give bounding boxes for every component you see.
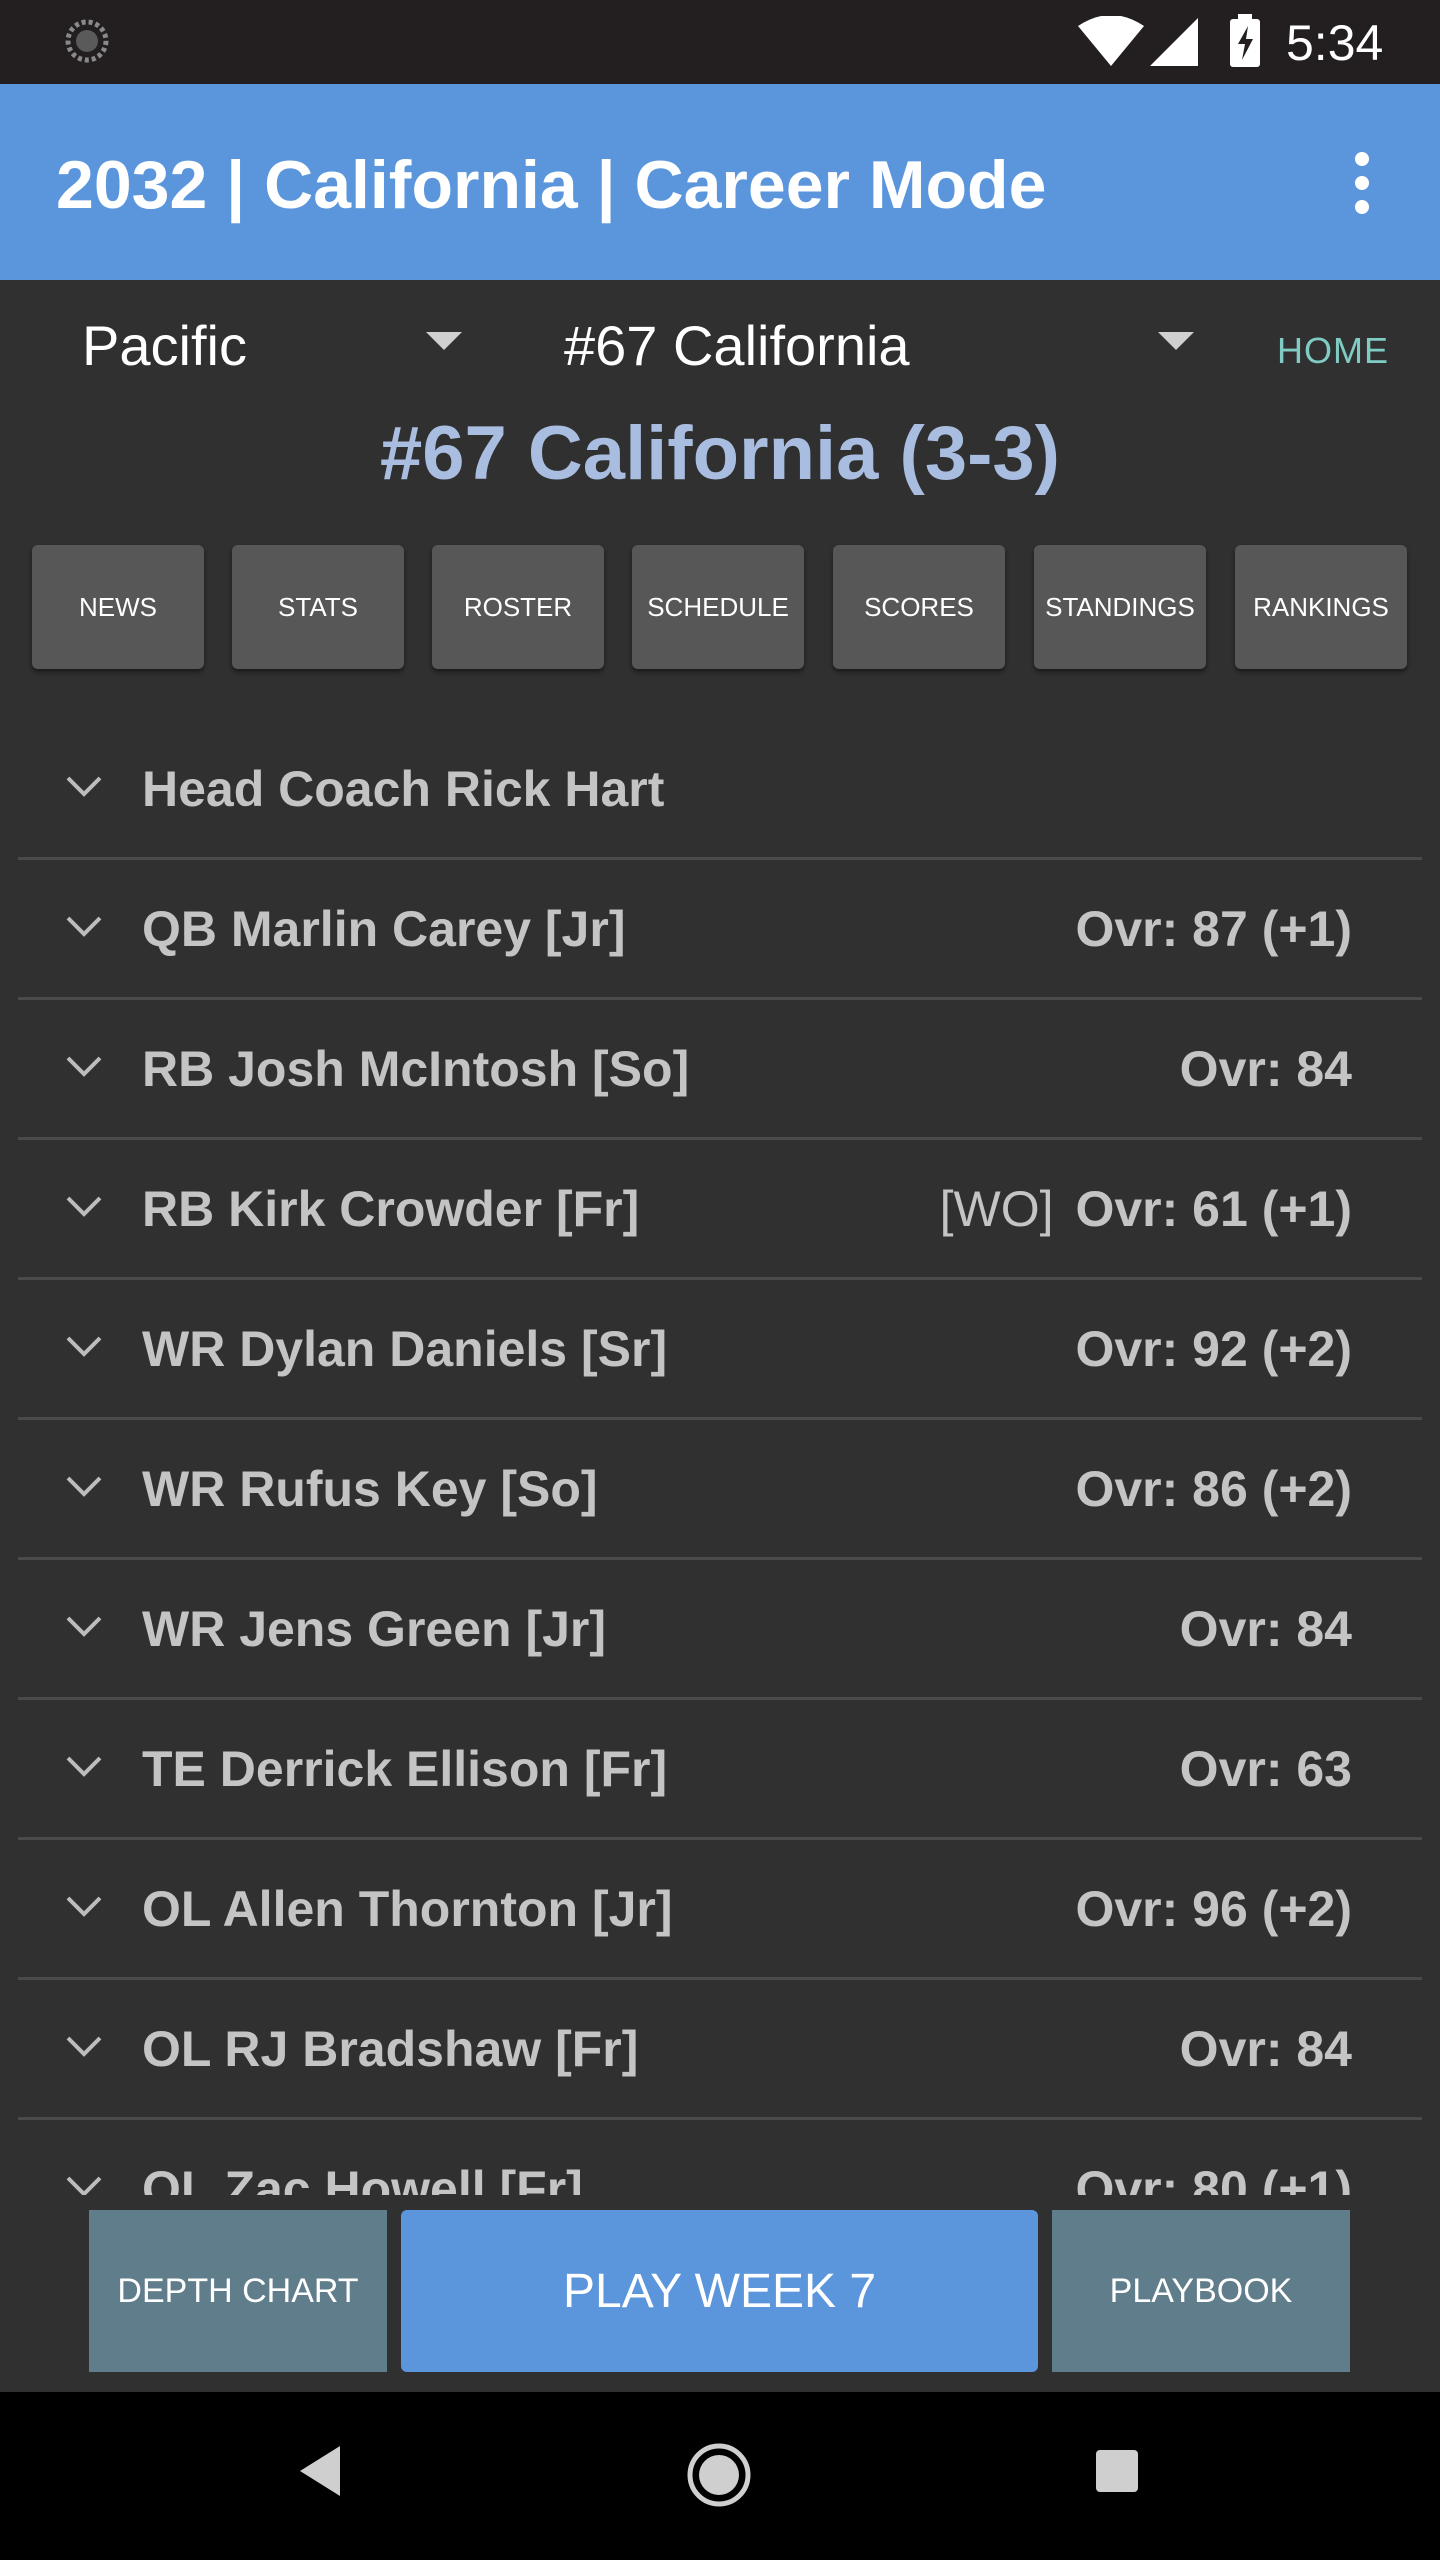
- player-rating: Ovr: 87 (+1): [1053, 900, 1352, 958]
- list-item[interactable]: OL Zac Howell [Fr] Ovr: 80 (+1): [18, 2120, 1422, 2195]
- player-name: WR Dylan Daniels [Sr]: [142, 1321, 668, 1377]
- tab-standings[interactable]: STANDINGS: [1034, 545, 1206, 669]
- status-bar: 5:34: [0, 0, 1440, 84]
- player-ovr: Ovr: 86 (+2): [1075, 1461, 1352, 1517]
- playbook-button[interactable]: PLAYBOOK: [1052, 2210, 1350, 2372]
- player-ovr: Ovr: 61 (+1): [1075, 1181, 1352, 1237]
- player-ovr: Ovr: 84: [1179, 1601, 1352, 1657]
- list-item[interactable]: OL RJ Bradshaw [Fr] Ovr: 84: [18, 1980, 1422, 2120]
- team-header: #67 California (3-3): [380, 411, 1060, 496]
- player-rating: [1330, 760, 1352, 818]
- tab-rankings[interactable]: RANKINGS: [1235, 545, 1407, 669]
- dropdown-arrow-icon: [1158, 332, 1194, 350]
- app-bar: 2032 | California | Career Mode: [0, 84, 1440, 280]
- chevron-down-icon: [66, 1616, 102, 1637]
- signal-icon: [1150, 18, 1198, 66]
- list-item[interactable]: TE Derrick Ellison [Fr] Ovr: 63: [18, 1700, 1422, 1840]
- player-rating: Ovr: 63: [1158, 1740, 1352, 1798]
- more-vert-icon[interactable]: [1346, 152, 1378, 216]
- back-icon[interactable]: [296, 2442, 346, 2500]
- battery-charging-icon: [1230, 14, 1260, 67]
- tab-roster[interactable]: ROSTER: [432, 545, 604, 669]
- tab-stats[interactable]: STATS: [232, 545, 404, 669]
- dropdown-arrow-icon: [426, 332, 462, 350]
- tab-bar: NEWS STATS ROSTER SCHEDULE SCORES STANDI…: [32, 545, 1408, 671]
- player-name: OL Zac Howell [Fr]: [142, 2161, 583, 2195]
- list-item[interactable]: Head Coach Rick Hart: [18, 720, 1422, 860]
- spinner-icon: [65, 19, 109, 63]
- tab-schedule[interactable]: SCHEDULE: [632, 545, 804, 669]
- chevron-down-icon: [66, 1196, 102, 1217]
- player-name: OL Allen Thornton [Jr]: [142, 1881, 673, 1937]
- player-tag: [WO]: [939, 1181, 1054, 1237]
- conference-dropdown[interactable]: Pacific: [82, 300, 462, 390]
- home-button[interactable]: HOME: [1277, 330, 1389, 372]
- player-ovr: Ovr: 80 (+1): [1075, 2161, 1352, 2195]
- list-item[interactable]: WR Rufus Key [So] Ovr: 86 (+2): [18, 1420, 1422, 1560]
- player-rating: [WO] Ovr: 61 (+1): [940, 1180, 1352, 1238]
- list-item[interactable]: RB Josh McIntosh [So] Ovr: 84: [18, 1000, 1422, 1140]
- home-icon[interactable]: [686, 2442, 752, 2508]
- player-ovr: Ovr: 96 (+2): [1075, 1881, 1352, 1937]
- team-dropdown[interactable]: #67 California: [564, 300, 1194, 390]
- list-item[interactable]: WR Dylan Daniels [Sr] Ovr: 92 (+2): [18, 1280, 1422, 1420]
- player-name: QB Marlin Carey [Jr]: [142, 901, 626, 957]
- list-item[interactable]: QB Marlin Carey [Jr] Ovr: 87 (+1): [18, 860, 1422, 1000]
- wifi-icon: [1078, 16, 1144, 66]
- list-item[interactable]: OL Allen Thornton [Jr] Ovr: 96 (+2): [18, 1840, 1422, 1980]
- chevron-down-icon: [66, 1756, 102, 1777]
- player-rating: Ovr: 84: [1158, 1600, 1352, 1658]
- recents-icon[interactable]: [1096, 2450, 1138, 2492]
- tab-news[interactable]: NEWS: [32, 545, 204, 669]
- chevron-down-icon: [66, 776, 102, 797]
- player-rating: Ovr: 86 (+2): [1053, 1460, 1352, 1518]
- tab-scores[interactable]: SCORES: [833, 545, 1005, 669]
- player-name: WR Jens Green [Jr]: [142, 1601, 607, 1657]
- player-ovr: Ovr: 87 (+1): [1075, 901, 1352, 957]
- player-ovr: Ovr: 84: [1179, 2021, 1352, 2077]
- list-item[interactable]: WR Jens Green [Jr] Ovr: 84: [18, 1560, 1422, 1700]
- player-rating: Ovr: 84: [1158, 1040, 1352, 1098]
- status-time: 5:34: [1286, 15, 1384, 71]
- app-title: 2032 | California | Career Mode: [56, 147, 1047, 223]
- chevron-down-icon: [66, 2176, 102, 2195]
- player-name: RB Kirk Crowder [Fr]: [142, 1181, 640, 1237]
- player-name: TE Derrick Ellison [Fr]: [142, 1741, 668, 1797]
- player-rating: Ovr: 80 (+1): [1053, 2160, 1352, 2195]
- player-name: WR Rufus Key [So]: [142, 1461, 598, 1517]
- player-rating: Ovr: 96 (+2): [1053, 1880, 1352, 1938]
- player-ovr: Ovr: 92 (+2): [1075, 1321, 1352, 1377]
- play-week-button[interactable]: PLAY WEEK 7: [401, 2210, 1038, 2372]
- chevron-down-icon: [66, 1336, 102, 1357]
- player-name: RB Josh McIntosh [So]: [142, 1041, 690, 1097]
- chevron-down-icon: [66, 1056, 102, 1077]
- player-name: Head Coach Rick Hart: [142, 761, 665, 817]
- list-item[interactable]: RB Kirk Crowder [Fr] [WO] Ovr: 61 (+1): [18, 1140, 1422, 1280]
- team-dropdown-value: #67 California: [564, 313, 910, 377]
- player-rating: Ovr: 92 (+2): [1053, 1320, 1352, 1378]
- player-name: OL RJ Bradshaw [Fr]: [142, 2021, 639, 2077]
- chevron-down-icon: [66, 1896, 102, 1917]
- chevron-down-icon: [66, 1476, 102, 1497]
- depth-chart-button[interactable]: DEPTH CHART: [89, 2210, 387, 2372]
- roster-list[interactable]: Head Coach Rick Hart QB Marlin Carey [Jr]…: [18, 720, 1422, 2195]
- player-ovr: Ovr: 84: [1179, 1041, 1352, 1097]
- player-ovr: Ovr: 63: [1179, 1741, 1352, 1797]
- chevron-down-icon: [66, 916, 102, 937]
- player-rating: Ovr: 84: [1158, 2020, 1352, 2078]
- chevron-down-icon: [66, 2036, 102, 2057]
- conference-dropdown-value: Pacific: [82, 313, 247, 377]
- navigation-bar: [0, 2392, 1440, 2560]
